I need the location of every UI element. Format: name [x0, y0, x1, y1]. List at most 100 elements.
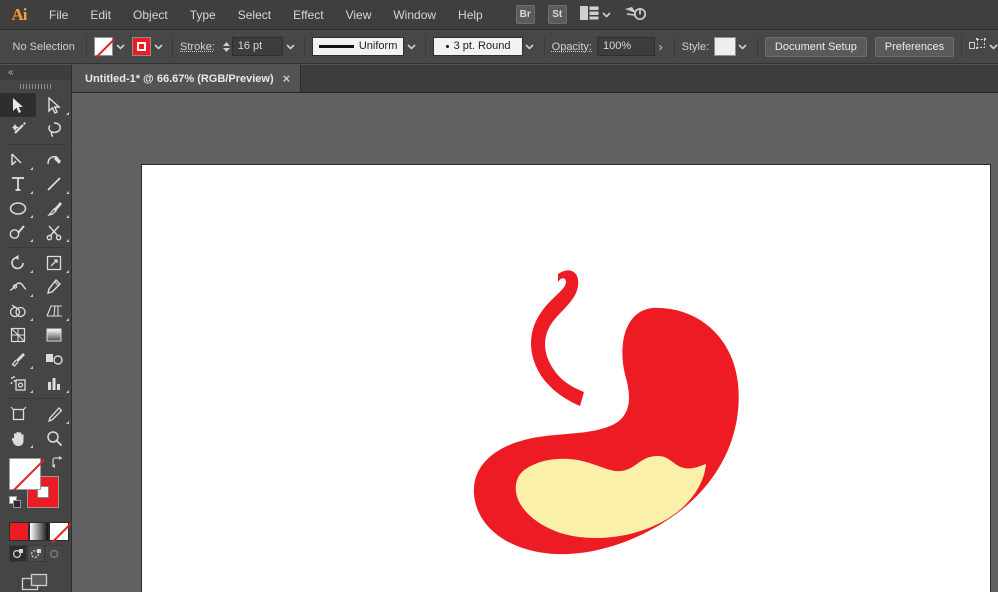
fill-color-swatch[interactable] — [9, 458, 41, 490]
menu-window[interactable]: Window — [382, 0, 447, 30]
app-logo: Ai — [0, 0, 38, 30]
artboard-tool[interactable] — [0, 402, 36, 426]
ellipse-tool[interactable] — [0, 196, 36, 220]
none-mode-button[interactable] — [49, 522, 69, 541]
bridge-icon[interactable]: Br — [516, 5, 535, 24]
blend-tool[interactable] — [36, 347, 72, 371]
width-tool[interactable] — [0, 275, 36, 299]
menu-object[interactable]: Object — [122, 0, 179, 30]
column-graph-tool[interactable] — [36, 371, 72, 395]
stroke-swatch[interactable] — [132, 37, 151, 56]
graphic-style-swatch[interactable] — [714, 37, 736, 56]
symbol-sprayer-tool[interactable] — [0, 371, 36, 395]
menu-effect[interactable]: Effect — [282, 0, 334, 30]
divider — [961, 37, 962, 57]
brush-definition-select[interactable]: 3 pt. Round — [433, 37, 522, 56]
flyout-indicator-icon — [30, 191, 33, 194]
draw-normal-button[interactable] — [9, 545, 27, 562]
stroke-profile-chevron-down-icon[interactable] — [404, 37, 418, 56]
preferences-button[interactable]: Preferences — [875, 37, 954, 57]
hand-tool[interactable] — [0, 426, 36, 450]
device-preview-button[interactable] — [624, 5, 647, 25]
shaper-pencil-tool[interactable] — [0, 220, 36, 244]
rotate-tool[interactable] — [0, 251, 36, 275]
divider — [6, 144, 65, 145]
red-bean-illustration[interactable] — [462, 260, 762, 580]
divider — [425, 37, 426, 57]
fill-chevron-down-icon[interactable] — [113, 37, 127, 56]
slice-tool[interactable] — [36, 402, 72, 426]
type-tool[interactable] — [0, 172, 36, 196]
stroke-weight-input[interactable]: 16 pt — [232, 37, 284, 56]
color-mode-button[interactable] — [9, 522, 29, 541]
chevron-down-icon — [602, 9, 611, 21]
flyout-indicator-icon — [66, 112, 69, 115]
flyout-indicator-icon — [30, 366, 33, 369]
draw-inside-button[interactable] — [45, 545, 63, 562]
zoom-tool[interactable] — [36, 426, 72, 450]
flyout-indicator-icon — [66, 421, 69, 424]
lasso-tool[interactable] — [36, 117, 72, 141]
flyout-indicator-icon — [30, 167, 33, 170]
align-transform-button[interactable] — [969, 38, 998, 55]
paintbrush-tool[interactable] — [36, 196, 72, 220]
fill-stroke-controls — [9, 456, 71, 520]
document-tab[interactable]: Untitled-1* @ 66.67% (RGB/Preview) × — [72, 65, 301, 92]
panel-grip-icon[interactable] — [0, 80, 71, 93]
magic-wand-tool[interactable] — [0, 117, 36, 141]
stroke-profile-select[interactable]: Uniform — [312, 37, 404, 56]
menu-select[interactable]: Select — [227, 0, 282, 30]
curvature-tool[interactable] — [36, 148, 72, 172]
tool-group-navigation — [0, 402, 71, 450]
menu-file[interactable]: File — [38, 0, 79, 30]
pen-tool[interactable] — [0, 148, 36, 172]
line-segment-tool[interactable] — [36, 172, 72, 196]
bean-stem-path — [531, 270, 584, 406]
free-transform-tool[interactable] — [36, 275, 72, 299]
scale-tool[interactable] — [36, 251, 72, 275]
menu-view[interactable]: View — [335, 0, 383, 30]
flyout-indicator-icon — [66, 239, 69, 242]
selection-tool[interactable] — [0, 93, 36, 117]
menu-help[interactable]: Help — [447, 0, 494, 30]
style-chevron-down-icon[interactable] — [736, 37, 750, 56]
divider — [86, 37, 87, 57]
artboard[interactable] — [141, 164, 991, 592]
scissors-tool[interactable] — [36, 220, 72, 244]
stroke-chevron-down-icon[interactable] — [151, 37, 165, 56]
arrange-documents-button[interactable] — [580, 6, 611, 23]
brush-chevron-down-icon[interactable] — [523, 37, 537, 56]
flyout-indicator-icon — [66, 270, 69, 273]
draw-behind-button[interactable] — [27, 545, 45, 562]
default-fill-stroke-icon[interactable] — [9, 496, 22, 512]
swap-fill-stroke-icon[interactable] — [51, 456, 64, 471]
device-preview-icon — [624, 5, 647, 25]
divider — [757, 37, 758, 57]
tools-panel: « — [0, 65, 72, 592]
stock-icon[interactable]: St — [548, 5, 567, 24]
tool-group-transform — [0, 251, 71, 395]
direct-selection-tool[interactable] — [36, 93, 72, 117]
document-setup-button[interactable]: Document Setup — [765, 37, 867, 57]
gradient-tool[interactable] — [36, 323, 72, 347]
menu-type[interactable]: Type — [179, 0, 227, 30]
collapse-panel-icon[interactable]: « — [0, 65, 71, 80]
close-icon[interactable]: × — [283, 72, 291, 85]
document-tab-bar: Untitled-1* @ 66.67% (RGB/Preview) × — [72, 65, 998, 93]
change-screen-mode-button[interactable] — [0, 572, 71, 592]
eyedropper-tool[interactable] — [0, 347, 36, 371]
draw-mode-buttons — [9, 545, 71, 562]
fill-swatch[interactable] — [94, 37, 113, 56]
flyout-indicator-icon — [30, 390, 33, 393]
perspective-grid-tool[interactable] — [36, 299, 72, 323]
canvas-area[interactable] — [72, 93, 998, 592]
mesh-tool[interactable] — [0, 323, 36, 347]
stroke-weight-chevron-down-icon[interactable] — [283, 37, 297, 56]
opacity-arrow-right-icon[interactable]: › — [655, 40, 667, 54]
shape-builder-tool[interactable] — [0, 299, 36, 323]
stroke-weight-stepper[interactable] — [221, 37, 232, 56]
document-tab-title: Untitled-1* @ 66.67% (RGB/Preview) — [85, 73, 274, 85]
opacity-input[interactable]: 100% — [597, 37, 655, 56]
menu-edit[interactable]: Edit — [79, 0, 122, 30]
gradient-mode-button[interactable] — [29, 522, 49, 541]
